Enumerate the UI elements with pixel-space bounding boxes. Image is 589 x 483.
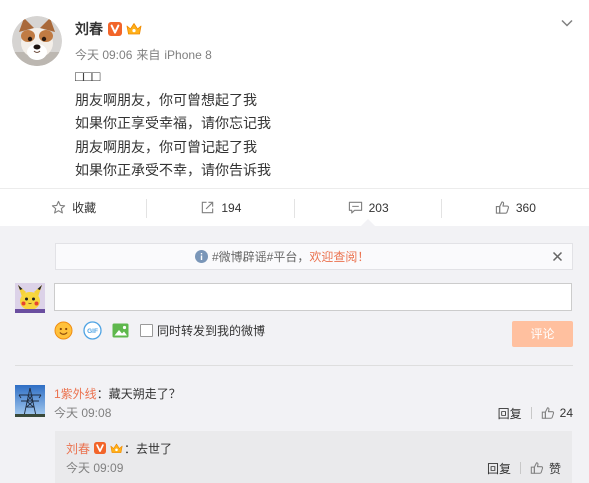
author-avatar[interactable]	[12, 16, 62, 66]
image-icon[interactable]	[111, 321, 130, 340]
reply-time: 今天 09:09	[66, 461, 124, 475]
share-icon	[200, 200, 215, 215]
post-line: 朋友啊朋友，你可曾记起了我	[75, 138, 257, 155]
like-count: 360	[515, 200, 536, 215]
repost-checkbox[interactable]	[140, 323, 153, 337]
post-line: □□□	[75, 68, 101, 84]
reply-author-name[interactable]: 刘春	[66, 440, 90, 457]
comment-text: ：藏天朔走了？	[96, 386, 181, 401]
gif-icon-label: GIF	[87, 328, 98, 335]
member-crown-icon[interactable]	[125, 21, 143, 37]
comment-like-count: 24	[559, 406, 573, 420]
like-button[interactable]: 360	[442, 189, 589, 226]
reply-reply-button[interactable]: 回复	[487, 460, 511, 477]
post-content: □□□ 朋友啊朋友，你可曾想起了我 如果你正享受幸福，请你忘记我 朋友啊朋友，你…	[75, 65, 271, 183]
ops-divider	[530, 407, 532, 419]
post-via-label: 来自	[136, 48, 161, 62]
star-icon	[51, 200, 66, 215]
like-icon	[530, 461, 544, 475]
author-name[interactable]: 刘春	[75, 20, 103, 38]
submit-comment-button[interactable]: 评论	[512, 321, 573, 347]
gif-icon[interactable]: GIF	[83, 321, 102, 340]
ops-divider	[519, 462, 521, 474]
close-icon[interactable]	[552, 251, 563, 262]
notice-topic-link[interactable]: #微博辟谣#平台，	[212, 248, 309, 265]
active-tab-arrow	[361, 219, 375, 226]
repost-count: 194	[221, 200, 242, 215]
post-line: 朋友啊朋友，你可曾想起了我	[75, 91, 257, 108]
divider	[15, 365, 573, 366]
action-bar: 收藏 194 203 360	[0, 188, 589, 226]
smiley-icon[interactable]	[54, 321, 73, 340]
notice-welcome-link[interactable]: 欢迎查阅！	[309, 248, 369, 265]
comment-count: 203	[368, 200, 389, 215]
reply-text: ：去世了	[124, 441, 173, 456]
comment-actions: 回复 24	[498, 405, 573, 421]
reply-button[interactable]: 回复	[498, 405, 522, 422]
post-device[interactable]: iPhone 8	[164, 47, 211, 63]
comment-icon	[348, 200, 363, 215]
commenter-name[interactable]: 1紫外线	[54, 385, 97, 402]
repost-label: 同时转发到我的微博	[157, 323, 266, 338]
comment-input[interactable]	[54, 283, 572, 311]
author-row: 刘春	[75, 20, 143, 38]
repost-button[interactable]: 194	[147, 189, 295, 226]
commenter-avatar[interactable]	[15, 385, 45, 417]
rumor-notice-bar: #微博辟谣#平台， 欢迎查阅！	[55, 243, 573, 270]
post-line: 如果你正享受幸福，请你忘记我	[75, 115, 271, 131]
verified-v-icon[interactable]	[108, 22, 122, 36]
favorite-label: 收藏	[72, 201, 97, 215]
reply-box: 刘春 ：去世了 今天 09:09 回复 赞	[55, 431, 572, 483]
comment-text-row: 1紫外线 ：藏天朔走了？	[54, 384, 181, 402]
info-icon	[195, 250, 208, 263]
post-time[interactable]: 今天 09:06	[75, 47, 132, 63]
reply-like-label: 赞	[548, 461, 561, 476]
chevron-down-icon[interactable]	[560, 16, 574, 30]
comment-like-button[interactable]: 24	[541, 406, 573, 420]
reply-text-row: 刘春 ：去世了	[66, 439, 172, 457]
reply-like-button[interactable]: 赞	[530, 460, 561, 477]
weibo-post-page: 刘春 今天 09:06 来自 iPhone 8 □□□ 朋友啊朋友，你可曾想起了…	[0, 0, 589, 483]
comment-time: 今天 09:08	[54, 406, 112, 420]
like-icon	[541, 406, 555, 420]
reply-actions: 回复 赞	[487, 460, 561, 476]
verified-v-icon[interactable]	[94, 442, 107, 454]
comment-panel: #微博辟谣#平台， 欢迎查阅！ GIF 同时转发到我的微博 评论 1紫外线 ：藏…	[0, 219, 589, 483]
like-icon	[495, 200, 510, 215]
notice-content: #微博辟谣#平台， 欢迎查阅！	[195, 244, 369, 269]
member-crown-icon[interactable]	[109, 442, 124, 455]
post-line: 如果你正承受不幸，请你告诉我	[75, 162, 271, 178]
post-meta: 今天 09:06 来自 iPhone 8	[75, 47, 212, 63]
repost-option[interactable]: 同时转发到我的微博	[140, 322, 265, 338]
current-user-avatar[interactable]	[15, 283, 45, 313]
favorite-button[interactable]: 收藏	[0, 189, 148, 226]
